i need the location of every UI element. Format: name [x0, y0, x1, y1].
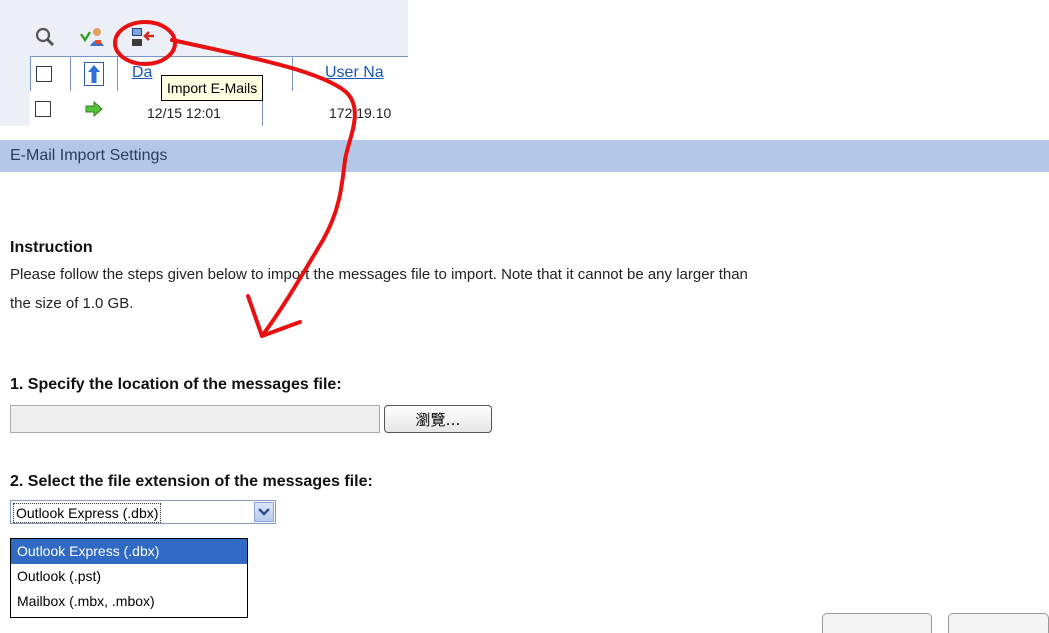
chevron-down-icon[interactable] [254, 502, 274, 522]
column-header-date-label[interactable]: Da [132, 64, 152, 82]
row-user: 172.19.10 [329, 105, 392, 121]
instruction-text-line2: the size of 1.0 GB. [10, 295, 134, 312]
file-extension-selected-value: Outlook Express (.dbx) [13, 503, 162, 523]
row-checkbox[interactable] [35, 101, 51, 117]
email-import-settings-panel: E-Mail Import Settings Instruction Pleas… [0, 126, 1049, 633]
step2-label: 2. Select the file extension of the mess… [10, 473, 373, 490]
user-refresh-icon[interactable] [80, 26, 104, 48]
file-path-input[interactable] [10, 405, 380, 433]
instruction-text-line1: Please follow the steps given below to i… [10, 266, 748, 283]
select-all-checkbox[interactable] [36, 66, 52, 82]
step1-label: 1. Specify the location of the messages … [10, 376, 342, 393]
option-mailbox[interactable]: Mailbox (.mbx, .mbox) [11, 589, 247, 614]
instruction-heading: Instruction [10, 239, 93, 256]
header-sort-cell [70, 57, 117, 91]
email-grid-snippet: Da User Na 12/15 12:01 172.19.10 Import … [0, 0, 408, 126]
browse-button[interactable]: 瀏覽… [384, 405, 492, 433]
option-outlook-express[interactable]: Outlook Express (.dbx) [11, 539, 247, 564]
import-emails-tooltip: Import E-Mails [161, 75, 264, 101]
column-header-user[interactable]: User Na [292, 57, 408, 91]
dialog-title: E-Mail Import Settings [0, 140, 1049, 172]
file-extension-options: Outlook Express (.dbx) Outlook (.pst) Ma… [10, 538, 248, 618]
file-extension-select[interactable]: Outlook Express (.dbx) [10, 500, 276, 524]
sort-up-arrow-icon[interactable] [84, 62, 104, 91]
cancel-button[interactable] [948, 613, 1049, 633]
search-icon[interactable] [34, 26, 56, 48]
column-header-user-label[interactable]: User Na [325, 64, 384, 82]
header-select-cell [30, 57, 70, 91]
import-button[interactable] [822, 613, 932, 633]
row-date: 12/15 12:01 [147, 105, 221, 121]
row-go-arrow-icon[interactable] [85, 100, 103, 122]
option-outlook-pst[interactable]: Outlook (.pst) [11, 564, 247, 589]
import-email-icon[interactable] [130, 26, 154, 48]
row-divider [262, 97, 263, 126]
